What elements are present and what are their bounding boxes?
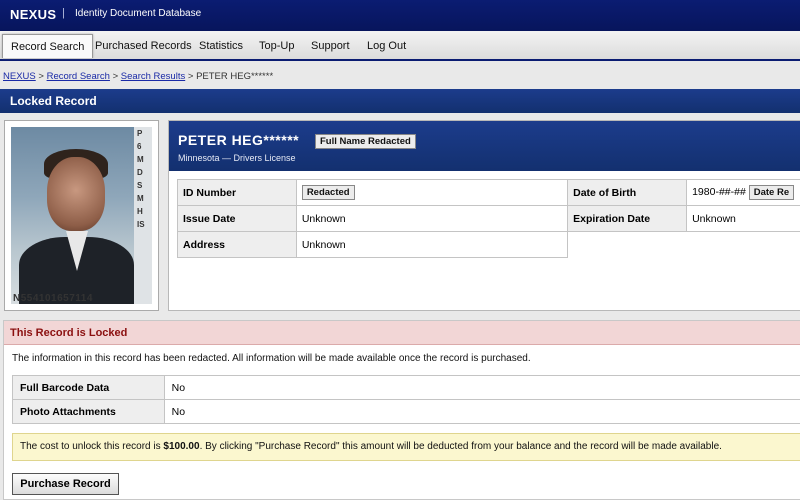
license-strip-letter: S	[137, 181, 143, 190]
breadcrumb-current: PETER HEG******	[196, 71, 274, 82]
expiration-date-value: Unknown	[686, 205, 800, 232]
address-value: Unknown	[295, 231, 569, 258]
brand-logo[interactable]: NEXUS	[10, 7, 56, 22]
license-strip-letter: M	[137, 155, 144, 164]
empty-cell	[567, 231, 800, 258]
notice-suffix: . By clicking "Purchase Record" this amo…	[199, 441, 722, 452]
license-card-number: N554101657114	[13, 293, 93, 304]
notice-price: $100.00	[163, 441, 200, 452]
id-redacted-badge: Redacted	[301, 185, 355, 200]
table-row: Issue Date Unknown Expiration Date Unkno…	[177, 205, 800, 232]
brand-subtitle: Identity Document Database	[75, 8, 202, 19]
table-row: ID Number Redacted Date of Birth 1980-##…	[177, 179, 800, 206]
license-text-strip: P 6 M D S M H IS	[134, 127, 152, 304]
table-row: Address Unknown	[177, 231, 800, 258]
photo-face	[47, 157, 105, 231]
record-subtitle: Minnesota — Drivers License	[178, 153, 296, 163]
record-name: PETER HEG******	[178, 132, 300, 148]
breadcrumb-separator: >	[38, 71, 44, 82]
license-strip-letter: P	[137, 129, 143, 138]
notice-prefix: The cost to unlock this record is	[20, 441, 164, 452]
name-redacted-badge: Full Name Redacted	[315, 134, 416, 149]
record-details-table: ID Number Redacted Date of Birth 1980-##…	[177, 179, 800, 258]
record-header: PETER HEG****** Full Name Redacted Minne…	[169, 121, 800, 171]
nav-record-search[interactable]: Record Search	[2, 34, 94, 58]
locked-description: The information in this record has been …	[12, 353, 531, 364]
nav-statistics[interactable]: Statistics	[191, 34, 251, 58]
dob-label: Date of Birth	[567, 179, 688, 206]
photo-attachments-value: No	[163, 399, 800, 424]
license-strip-letter: D	[137, 168, 143, 177]
main-nav: Record Search Purchased Records Statisti…	[0, 31, 800, 61]
breadcrumb-search-results[interactable]: Search Results	[121, 71, 185, 82]
barcode-label: Full Barcode Data	[12, 375, 165, 400]
locked-header: This Record is Locked	[4, 321, 800, 345]
dob-redacted-badge: Date Re	[748, 185, 795, 200]
table-row: Full Barcode Data No	[12, 375, 800, 400]
dob-value: 1980-##-## Date Re	[686, 179, 800, 206]
license-strip-letter: H	[137, 207, 143, 216]
nav-support[interactable]: Support	[303, 34, 358, 58]
issue-date-value: Unknown	[295, 205, 569, 232]
breadcrumb: NEXUS > Record Search > Search Results >…	[3, 71, 273, 82]
record-info-panel: PETER HEG****** Full Name Redacted Minne…	[168, 120, 800, 311]
locked-attributes-table: Full Barcode Data No Photo Attachments N…	[12, 375, 800, 424]
license-strip-letter: M	[137, 194, 144, 203]
barcode-value: No	[163, 375, 800, 400]
purchase-notice: The cost to unlock this record is $100.0…	[12, 433, 800, 461]
photo-attachments-label: Photo Attachments	[12, 399, 165, 424]
app-header: NEXUS | Identity Document Database	[0, 0, 800, 31]
issue-date-label: Issue Date	[177, 205, 297, 232]
dob-text: 1980-##-##	[692, 186, 746, 198]
nav-purchased-records[interactable]: Purchased Records	[87, 34, 200, 58]
locked-record-section: This Record is Locked The information in…	[3, 320, 800, 500]
license-strip-letter: 6	[137, 142, 142, 151]
breadcrumb-separator: >	[112, 71, 119, 82]
table-row: Photo Attachments No	[12, 399, 800, 424]
id-number-label: ID Number	[177, 179, 297, 206]
page-title: Locked Record	[0, 89, 800, 113]
license-photo-image: P 6 M D S M H IS N554101657114	[11, 127, 152, 304]
nav-top-up[interactable]: Top-Up	[251, 34, 302, 58]
breadcrumb-separator: >	[187, 71, 194, 82]
expiration-date-label: Expiration Date	[567, 205, 688, 232]
license-strip-letter: IS	[137, 220, 145, 229]
license-photo: P 6 M D S M H IS N554101657114	[4, 120, 159, 311]
breadcrumb-record-search[interactable]: Record Search	[47, 71, 110, 82]
address-label: Address	[177, 231, 297, 258]
breadcrumb-nexus[interactable]: NEXUS	[3, 71, 36, 82]
id-number-value: Redacted	[295, 179, 569, 206]
purchase-record-button[interactable]: Purchase Record	[12, 473, 119, 495]
nav-log-out[interactable]: Log Out	[359, 34, 414, 58]
brand-separator: |	[62, 7, 65, 19]
